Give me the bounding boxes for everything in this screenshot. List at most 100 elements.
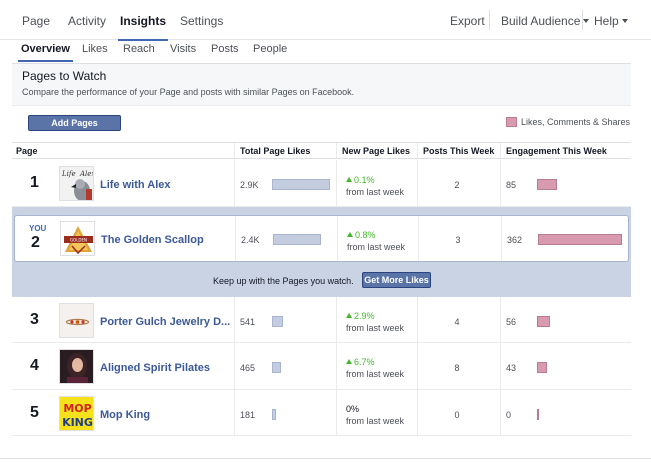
tab-reach[interactable]: Reach [123,43,155,55]
add-pages-button[interactable]: Add Pages [28,115,121,131]
build-audience-label: Build Audience [501,14,581,28]
engagement-bar [537,362,547,373]
from-last-week-label: from last week [347,242,406,252]
engagement-value: 0 [506,410,512,420]
svg-text:Alex: Alex [79,170,94,178]
legend-swatch-icon [506,117,517,127]
engagement-bar [537,179,557,190]
engagement-value: 43 [506,363,517,373]
tab-people[interactable]: People [253,43,287,55]
caret-down-icon [583,19,590,23]
engagement-bar [537,409,539,420]
trend-up-icon [346,313,352,318]
total-likes-value: 2.9K [240,180,259,190]
header-engagement-this-week[interactable]: Engagement This Week [506,146,607,156]
new-likes-change: 0.1% [346,175,375,185]
posts-count: 8 [454,363,460,373]
from-last-week-label: from last week [346,369,405,379]
posts-count: 4 [454,317,460,327]
get-more-likes-button[interactable]: Get More Likes [362,272,431,288]
svg-text:KING: KING [62,416,93,429]
mop-king-logo-thumbnail-icon[interactable]: MOP KING [59,396,94,431]
nav-tab-insights[interactable]: Insights [117,14,169,41]
keep-up-message: Keep up with the Pages you watch. [213,276,354,286]
new-likes-change: 6.7% [346,357,375,367]
posts-count: 2 [454,180,460,190]
scallop-logo-thumbnail-icon[interactable]: GOLDEN [60,221,95,256]
engagement-bar [538,234,622,245]
bottom-divider [0,458,651,459]
total-likes-bar [272,362,281,373]
svg-text:MOP: MOP [63,402,91,415]
posts-count: 3 [455,235,461,245]
from-last-week-label: from last week [346,187,405,197]
page-name-link[interactable]: Mop King [100,409,150,421]
total-likes-value: 2.4K [241,235,260,245]
nav-tab-activity[interactable]: Activity [68,14,106,28]
insights-subnav: Overview Likes Reach Visits Posts People [12,40,631,64]
total-likes-value: 181 [240,410,256,420]
export-button[interactable]: Export [450,14,485,28]
engagement-value: 56 [506,317,517,327]
nav-divider [582,10,583,30]
engagement-value: 362 [507,235,523,245]
trend-up-icon [346,359,352,364]
chart-legend: Likes, Comments & Shares [506,117,630,127]
new-likes-change: 0% [346,404,360,414]
tab-visits[interactable]: Visits [170,43,196,55]
page-name-link[interactable]: The Golden Scallop [101,234,204,246]
build-audience-dropdown[interactable]: Build Audience [501,14,590,28]
header-total-page-likes[interactable]: Total Page Likes [240,146,310,156]
header-page[interactable]: Page [16,146,38,156]
engagement-bar [537,316,550,327]
rank-number: 5 [30,404,39,421]
tab-posts[interactable]: Posts [211,43,239,55]
legend-label: Likes, Comments & Shares [521,117,631,127]
nav-tab-page[interactable]: Page [22,14,50,28]
nav-divider [489,10,490,30]
total-likes-value: 465 [240,363,256,373]
svg-text:Life: Life [61,170,76,178]
engagement-value: 85 [506,180,517,190]
new-likes-change: 2.9% [346,311,375,321]
section-subtitle: Compare the performance of your Page and… [22,87,355,97]
total-likes-value: 541 [240,317,256,327]
table-row: 4 Aligned Spirit Pilates 465 6.7% from l… [12,343,631,390]
table-row: 1 Life Alex Life with Alex 2.9K 0.1% from… [12,160,631,207]
rank-number: 1 [30,174,39,191]
trend-up-icon [347,232,353,237]
from-last-week-label: from last week [346,416,405,426]
caret-down-icon [621,19,628,23]
from-last-week-label: from last week [346,323,405,333]
tab-overview[interactable]: Overview [18,43,73,62]
total-likes-bar [272,409,276,420]
svg-text:GOLDEN: GOLDEN [70,238,87,243]
help-dropdown[interactable]: Help [594,14,628,28]
your-page-band: YOU 2 GOLDEN The Golden Scallop 2.4K 0.8… [12,207,631,297]
section-title: Pages to Watch [22,69,107,83]
trend-up-icon [346,177,352,182]
jewelry-thumbnail-icon[interactable] [59,303,94,338]
table-row: 3 Porter Gulch Jewelry D... 541 2.9% fro… [12,297,631,343]
section-header: Pages to Watch Compare the performance o… [12,64,631,106]
header-new-page-likes[interactable]: New Page Likes [342,146,410,156]
page-name-link[interactable]: Porter Gulch Jewelry D... [100,316,230,328]
nav-tab-settings[interactable]: Settings [180,14,223,28]
top-nav: Page Activity Insights Settings Export B… [0,0,651,41]
total-likes-bar [273,234,321,245]
rank-number: 2 [31,234,40,251]
page-name-link[interactable]: Life with Alex [100,179,171,191]
rank-number: 4 [30,357,39,374]
table-row-you: YOU 2 GOLDEN The Golden Scallop 2.4K 0.8… [14,215,629,262]
header-posts-this-week[interactable]: Posts This Week [423,146,494,156]
page-name-link[interactable]: Aligned Spirit Pilates [100,362,210,374]
new-likes-change: 0.8% [347,230,376,240]
total-likes-bar [272,179,330,190]
total-likes-bar [272,316,283,327]
portrait-thumbnail-icon[interactable] [59,349,94,384]
tab-likes[interactable]: Likes [82,43,108,55]
table-header: Page Total Page Likes New Page Likes Pos… [12,142,631,159]
posts-count: 0 [454,410,460,420]
you-badge: YOU [29,224,47,233]
parrot-thumbnail-icon[interactable]: Life Alex [59,166,94,201]
